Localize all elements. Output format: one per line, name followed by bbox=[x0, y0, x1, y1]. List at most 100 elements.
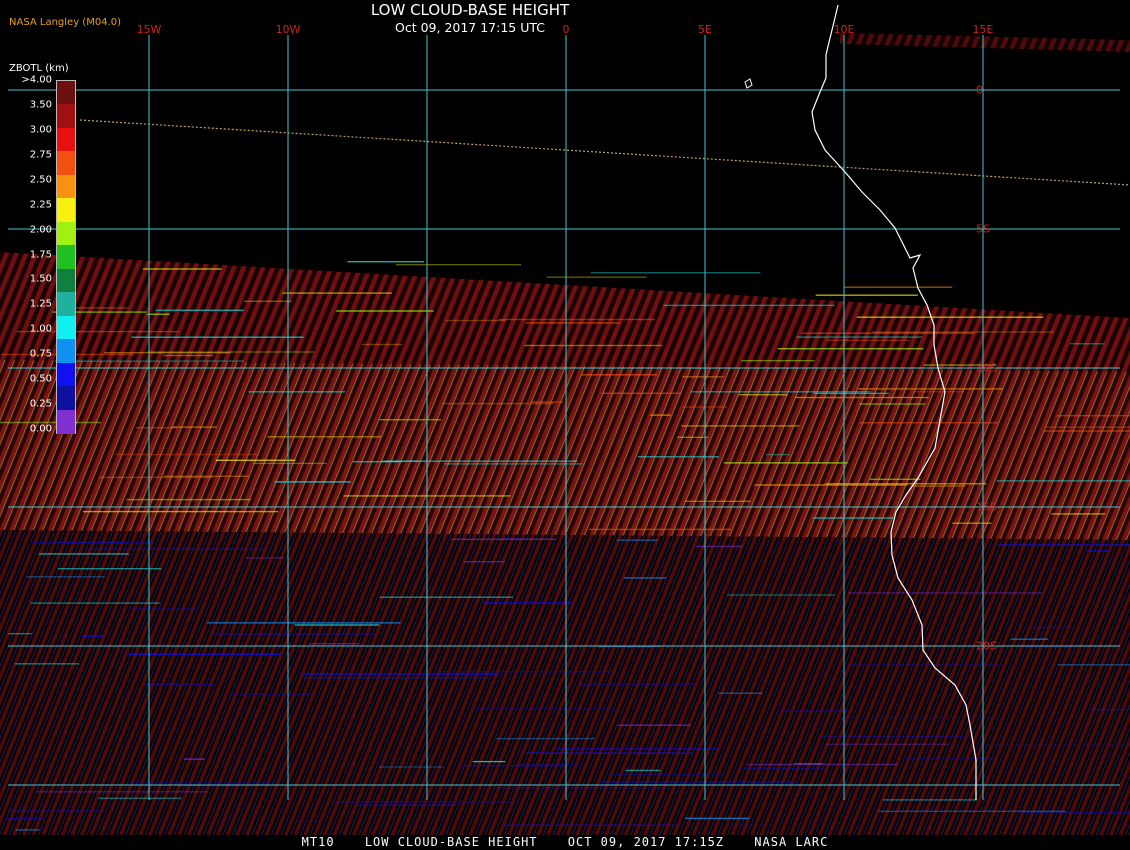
cloud-streak bbox=[244, 300, 292, 302]
cloud-swath-lower bbox=[0, 530, 1130, 835]
longitude-label: 0 bbox=[562, 23, 570, 36]
cloud-streak bbox=[163, 354, 214, 357]
scan-line bbox=[79, 119, 1130, 186]
cloud-streak bbox=[872, 331, 1054, 333]
cloud-streak bbox=[303, 677, 491, 679]
cloud-streak bbox=[282, 292, 392, 294]
cloud-streak bbox=[207, 622, 401, 624]
cloud-streak bbox=[274, 481, 351, 483]
cloud-streak bbox=[739, 767, 824, 770]
legend-label: 0.50 bbox=[29, 373, 52, 385]
cloud-streak bbox=[525, 322, 621, 324]
footer-caption: MT10 LOW CLOUD-BASE HEIGHT OCT 09, 2017 … bbox=[0, 835, 1130, 849]
cloud-streak bbox=[26, 576, 105, 578]
cloud-streak bbox=[682, 376, 724, 378]
cloud-streak bbox=[724, 462, 848, 464]
cloud-streak bbox=[637, 456, 719, 458]
cloud-streak bbox=[843, 286, 953, 288]
cloud-streak bbox=[650, 414, 671, 416]
cloud-streak bbox=[498, 318, 656, 321]
colorbar-cell bbox=[57, 386, 75, 411]
cloud-streak bbox=[695, 545, 743, 548]
cloud-streak bbox=[1033, 626, 1070, 629]
cloud-streak bbox=[1051, 513, 1106, 515]
latitude-label: 20S bbox=[976, 639, 997, 653]
cloud-streak bbox=[229, 693, 312, 695]
cloud-streak bbox=[724, 824, 773, 826]
cloud-streak bbox=[245, 557, 285, 559]
cloud-streak bbox=[129, 781, 277, 784]
longitude-label: 10W bbox=[275, 23, 301, 36]
footer-source: NASA LARC bbox=[754, 835, 829, 849]
color-legend: ZBOTL (km) >4.00 3.50 3.00 2.75 2.50 2.25 2.00… bbox=[0, 0, 80, 440]
map-canvas bbox=[0, 4, 1130, 835]
colorbar-cell bbox=[57, 127, 75, 152]
cloud-streak bbox=[997, 544, 1130, 546]
cloud-streak bbox=[291, 820, 322, 823]
cloud-streak bbox=[379, 596, 514, 598]
cloud-streak bbox=[727, 594, 836, 596]
cloud-streak bbox=[32, 542, 154, 544]
legend-label: 0.25 bbox=[29, 398, 52, 410]
cloud-streak bbox=[1045, 426, 1130, 428]
cloud-streak bbox=[362, 343, 403, 346]
cloud-streak bbox=[155, 309, 244, 311]
latitude-label: 10S bbox=[976, 361, 997, 375]
cloud-streak bbox=[38, 553, 129, 555]
cloud-streak bbox=[8, 810, 104, 812]
cloud-streak bbox=[1056, 415, 1130, 417]
cloud-streak bbox=[81, 635, 103, 637]
cloud-streak bbox=[546, 276, 647, 278]
cloud-streak bbox=[858, 388, 1003, 390]
legend-label: 0.75 bbox=[29, 348, 52, 360]
cloud-streak bbox=[115, 453, 259, 456]
legend-label: 1.75 bbox=[29, 249, 52, 260]
cloud-streak bbox=[333, 801, 513, 803]
legend-label: 2.75 bbox=[29, 149, 52, 161]
cloud-streak bbox=[357, 804, 457, 806]
cloud-streak bbox=[856, 316, 1044, 318]
legend-label: 1.50 bbox=[29, 273, 52, 285]
legend-label: 1.00 bbox=[29, 323, 52, 335]
cloud-streak bbox=[136, 427, 178, 429]
cloud-streak bbox=[826, 339, 910, 341]
cloud-streak bbox=[495, 737, 595, 740]
cloud-streak bbox=[131, 336, 304, 338]
cloud-streak bbox=[601, 392, 682, 394]
cloud-streak bbox=[905, 757, 995, 759]
cloud-streak bbox=[801, 332, 975, 334]
cloud-streak bbox=[378, 766, 444, 768]
cloud-streak bbox=[55, 360, 245, 362]
cloud-swaths bbox=[0, 33, 1130, 835]
cloud-streak bbox=[472, 760, 505, 763]
cloud-streak bbox=[8, 633, 32, 635]
cloud-streak bbox=[1019, 812, 1130, 814]
colorbar-cell bbox=[57, 362, 75, 387]
cloud-streak bbox=[147, 313, 170, 315]
cloud-streak bbox=[623, 577, 667, 579]
cloud-streak bbox=[471, 708, 618, 710]
cloud-streak bbox=[859, 403, 926, 405]
cloud-streak bbox=[739, 394, 788, 396]
legend-label: >4.00 bbox=[21, 74, 52, 86]
cloud-streak bbox=[778, 710, 849, 712]
cloud-streak bbox=[690, 391, 871, 393]
colorbar-cell bbox=[57, 151, 75, 176]
island-outline bbox=[744, 78, 753, 89]
cloud-streak bbox=[457, 765, 567, 767]
cloud-streak bbox=[267, 436, 381, 438]
cloud-streak bbox=[1010, 638, 1049, 640]
colorbar-cell bbox=[57, 268, 75, 293]
legend-title: ZBOTL (km) bbox=[9, 63, 69, 74]
cloud-streak bbox=[5, 818, 43, 820]
colorbar-cell bbox=[57, 245, 75, 270]
cloud-streak bbox=[525, 752, 694, 754]
colorbar-cell bbox=[57, 339, 75, 364]
cloud-streak bbox=[878, 810, 1067, 812]
cloud-streak bbox=[869, 478, 921, 480]
cloud-streak bbox=[952, 522, 992, 524]
cloud-streak bbox=[451, 538, 556, 540]
cloud-streak bbox=[599, 781, 798, 783]
cloud-streak bbox=[301, 673, 499, 675]
cloud-streak bbox=[580, 683, 695, 685]
